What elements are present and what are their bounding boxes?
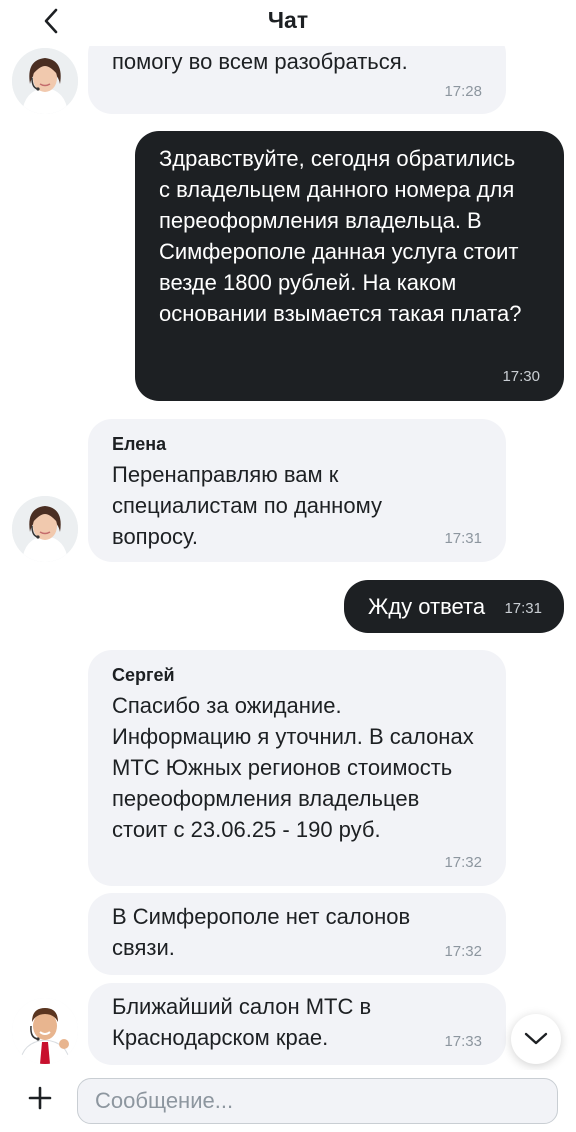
message-input[interactable]	[77, 1078, 558, 1124]
message-incoming: Ближайший салон МТС в Краснодарском крае…	[88, 983, 506, 1065]
chat-area[interactable]: помогу во всем разобраться. 17:28 Здравс…	[0, 0, 576, 1070]
message-outgoing: Жду ответа 17:31	[344, 580, 564, 633]
message-time: 17:32	[444, 943, 482, 960]
message-outgoing: Здравствуйте, сегодня обратились с владе…	[135, 131, 564, 401]
message-time: 17:28	[444, 83, 482, 100]
top-bar: Чат	[0, 0, 576, 46]
message-text: Спасибо за ожидание. Информацию я уточни…	[112, 693, 474, 842]
message-time: 17:30	[502, 368, 540, 385]
avatar-female-operator	[12, 48, 78, 114]
sender-name: Сергей	[112, 665, 175, 685]
message-text: В Симферополе нет салонов связи.	[112, 904, 411, 960]
female-operator-icon	[12, 48, 78, 114]
message-incoming: Елена Перенаправляю вам к специалистам п…	[88, 419, 506, 562]
avatar-female-operator	[12, 496, 78, 562]
message-time: 17:33	[444, 1033, 482, 1050]
scroll-to-bottom-button[interactable]	[511, 1014, 561, 1064]
page-title: Чат	[267, 7, 309, 33]
chevron-down-icon	[524, 1032, 548, 1045]
female-operator-icon	[12, 496, 78, 562]
message-time: 17:31	[444, 530, 482, 547]
message-incoming: Сергей Спасибо за ожидание. Информацию я…	[88, 650, 506, 886]
message-text: Здравствуйте, сегодня обратились с владе…	[159, 146, 522, 326]
message-text: Ближайший салон МТС в Краснодарском крае…	[112, 994, 372, 1050]
message-text: Перенаправляю вам к специалистам по данн…	[112, 462, 382, 549]
plus-icon	[28, 1086, 52, 1110]
male-operator-icon	[12, 998, 78, 1064]
sender-name: Елена	[112, 434, 167, 454]
avatar-male-operator	[12, 998, 78, 1064]
message-composer	[0, 1070, 576, 1132]
attach-button[interactable]	[20, 1078, 60, 1118]
message-incoming: В Симферополе нет салонов связи. 17:32	[88, 893, 506, 975]
message-time: 17:32	[444, 854, 482, 871]
message-time: 17:31	[504, 600, 542, 617]
